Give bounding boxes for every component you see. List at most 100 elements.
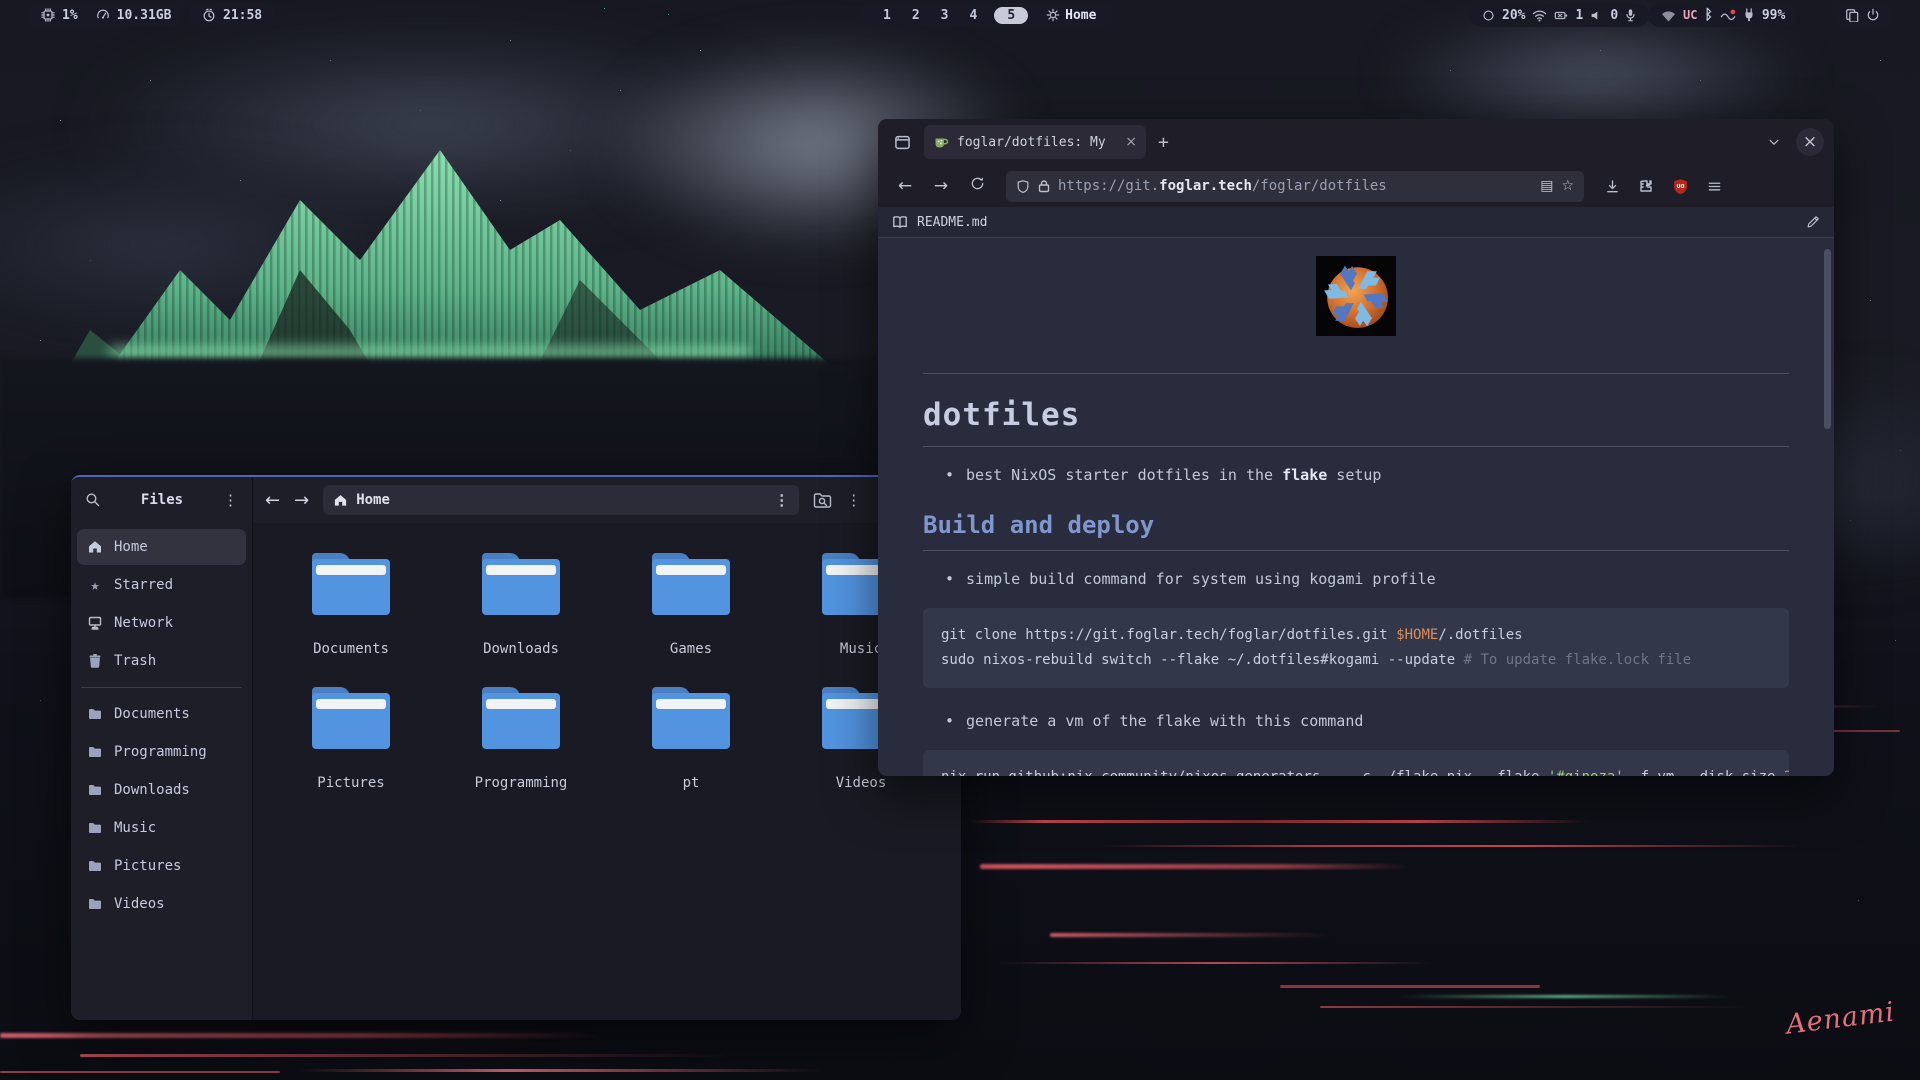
clock-icon bbox=[202, 8, 216, 22]
uc-tray-icon[interactable]: UC bbox=[1683, 8, 1697, 22]
folder-item-programming[interactable]: Programming bbox=[436, 687, 606, 821]
code-number: 20 bbox=[1784, 769, 1789, 776]
code-line: sudo nixos-rebuild switch --flake ~/.dot… bbox=[941, 648, 1771, 673]
sidebar-item-starred[interactable]: ★ Starred bbox=[77, 567, 246, 603]
bluetooth-icon[interactable]: ᛒ bbox=[1704, 7, 1712, 23]
tab-close-icon[interactable]: × bbox=[1125, 134, 1137, 150]
sidebar-item-network[interactable]: Network bbox=[77, 605, 246, 641]
folder-item-downloads[interactable]: Downloads bbox=[436, 553, 606, 687]
battery-slot-value: 1 bbox=[1575, 8, 1583, 23]
folder-icon bbox=[87, 782, 103, 798]
nav-back-button[interactable]: ← bbox=[890, 176, 920, 196]
sidebar-item-label: Programming bbox=[114, 744, 207, 760]
code-block-vm[interactable]: nix run github:nix-community/nixos-gener… bbox=[923, 750, 1789, 776]
network-tray-icon[interactable] bbox=[1661, 9, 1676, 22]
back-button[interactable]: ← bbox=[265, 490, 280, 511]
power-icon[interactable] bbox=[1866, 8, 1880, 22]
sidebar-item-programming[interactable]: Programming bbox=[77, 734, 246, 770]
page-content: README.md bbox=[878, 207, 1834, 776]
shield-icon[interactable] bbox=[1016, 179, 1030, 194]
view-options-kebab-icon[interactable]: ⋮ bbox=[846, 493, 861, 508]
search-icon[interactable] bbox=[85, 492, 101, 508]
sidebar-item-label: Trash bbox=[114, 653, 156, 669]
sidebar-item-label: Videos bbox=[114, 896, 165, 912]
scrollbar[interactable] bbox=[1824, 249, 1831, 429]
reader-mode-icon[interactable]: ▤ bbox=[1540, 178, 1553, 194]
markdown-divider bbox=[923, 446, 1789, 447]
firefox-view-icon[interactable] bbox=[888, 128, 916, 156]
folder-item-games[interactable]: Games bbox=[606, 553, 776, 687]
readme-intro-bullet: • best NixOS starter dotfiles in the fla… bbox=[945, 466, 1789, 484]
list-tabs-chevron-icon[interactable] bbox=[1760, 128, 1788, 156]
nixos-mars-logo bbox=[1316, 256, 1396, 336]
workspace-button-5-active[interactable]: 5 bbox=[994, 7, 1028, 24]
app-title: Files bbox=[111, 492, 213, 508]
forward-button[interactable]: → bbox=[294, 490, 309, 511]
reload-icon[interactable] bbox=[962, 176, 992, 196]
red-glitch-streak bbox=[980, 864, 1410, 869]
sidebar-item-trash[interactable]: Trash bbox=[77, 643, 246, 679]
search-folder-icon[interactable] bbox=[813, 492, 832, 509]
power-plug-icon bbox=[1743, 8, 1755, 22]
sidebar-item-label: Home bbox=[114, 539, 148, 555]
system-stats-pill: 1% 10.31GB bbox=[28, 3, 184, 27]
sidebar-item-home[interactable]: Home bbox=[77, 529, 246, 565]
url-text[interactable]: https://git.foglar.tech/foglar/dotfiles bbox=[1058, 178, 1532, 194]
code-block-build[interactable]: git clone https://git.foglar.tech/foglar… bbox=[923, 608, 1789, 688]
tray-pill: UC ᛒ 99% bbox=[1648, 3, 1798, 27]
bookmark-star-icon[interactable]: ☆ bbox=[1561, 178, 1574, 194]
navigation-bar: ← → https://git.foglar.tech/foglar/dotfi… bbox=[878, 165, 1834, 207]
sidebar-item-documents[interactable]: Documents bbox=[77, 696, 246, 732]
folder-icon bbox=[87, 896, 103, 912]
sidebar-item-videos[interactable]: Videos bbox=[77, 886, 246, 922]
workspace-button-1[interactable]: 1 bbox=[876, 8, 898, 23]
folder-item-pt[interactable]: pt bbox=[606, 687, 776, 821]
clipboard-icon[interactable] bbox=[1845, 8, 1859, 22]
code-text: git clone https://git.foglar.tech/foglar… bbox=[941, 627, 1396, 643]
home-icon bbox=[87, 539, 103, 555]
downloads-icon[interactable] bbox=[1598, 172, 1626, 200]
ublock-origin-icon[interactable]: UO bbox=[1666, 172, 1694, 200]
url-bar[interactable]: https://git.foglar.tech/foglar/dotfiles … bbox=[1006, 171, 1584, 202]
workspace-button-3[interactable]: 3 bbox=[934, 8, 956, 23]
window-close-button[interactable]: × bbox=[1796, 128, 1824, 156]
sidebar-item-downloads[interactable]: Downloads bbox=[77, 772, 246, 808]
folder-icon bbox=[482, 553, 560, 615]
battery-percent: 99% bbox=[1762, 8, 1785, 23]
network-icon bbox=[87, 615, 103, 631]
folder-icon bbox=[87, 858, 103, 874]
sidebar-item-pictures[interactable]: Pictures bbox=[77, 848, 246, 884]
path-bar[interactable]: Home ⋮ bbox=[323, 485, 799, 515]
red-glitch-streak bbox=[300, 1069, 820, 1072]
submap-indicator: Home bbox=[1046, 8, 1096, 23]
folder-name: Games bbox=[670, 641, 712, 657]
folder-item-documents[interactable]: Documents bbox=[266, 553, 436, 687]
folder-item-pictures[interactable]: Pictures bbox=[266, 687, 436, 821]
hardware-pill: 20% 1 0 bbox=[1469, 3, 1649, 27]
readme-header: README.md bbox=[878, 207, 1834, 238]
browser-tab-active[interactable]: foglar/dotfiles: My × bbox=[924, 125, 1146, 159]
red-glitch-streak bbox=[0, 1033, 600, 1038]
sidebar-item-label: Documents bbox=[114, 706, 190, 722]
url-scheme: https://git. bbox=[1058, 178, 1159, 194]
battery-icon bbox=[1554, 9, 1568, 22]
red-glitch-streak bbox=[1000, 962, 1430, 964]
text-part: setup bbox=[1327, 466, 1381, 484]
bullet-text: simple build command for system using ko… bbox=[966, 570, 1436, 588]
path-options-kebab-icon[interactable]: ⋮ bbox=[774, 493, 789, 508]
edit-pencil-icon[interactable] bbox=[1806, 215, 1820, 229]
workspace-button-4[interactable]: 4 bbox=[962, 8, 984, 23]
sidebar-separator bbox=[81, 687, 242, 688]
extensions-puzzle-icon[interactable] bbox=[1632, 172, 1660, 200]
workspace-button-2[interactable]: 2 bbox=[905, 8, 927, 23]
new-tab-button[interactable]: + bbox=[1158, 132, 1169, 153]
nav-forward-button[interactable]: → bbox=[926, 176, 956, 196]
app-menu-kebab-icon[interactable]: ⋮ bbox=[223, 493, 238, 508]
notification-wave-icon[interactable] bbox=[1720, 8, 1736, 22]
markdown-divider bbox=[923, 373, 1789, 374]
files-sidebar: Home ★ Starred Network Trash Documents bbox=[71, 523, 253, 1020]
workspaces-pill: 1 2 3 4 5 Home bbox=[858, 3, 1114, 27]
sidebar-item-music[interactable]: Music bbox=[77, 810, 246, 846]
text-bold: flake bbox=[1282, 466, 1327, 484]
hamburger-menu-icon[interactable] bbox=[1700, 172, 1728, 200]
